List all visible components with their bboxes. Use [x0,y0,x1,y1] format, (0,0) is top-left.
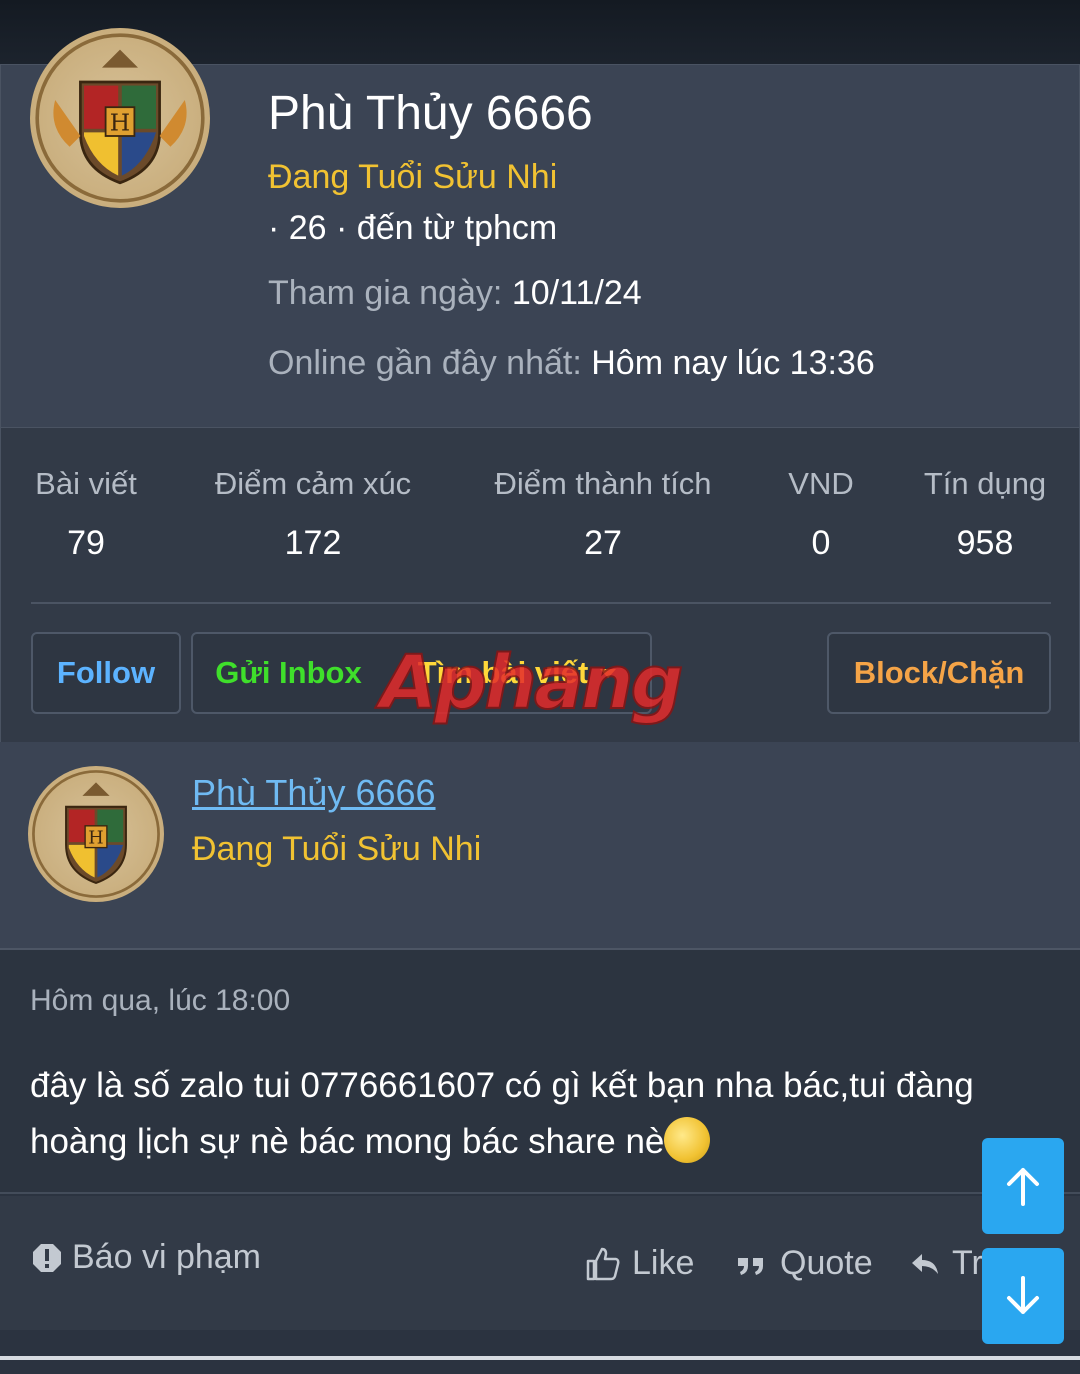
post-message: đây là số zalo tui 0776661607 có gì kết … [30,1058,1010,1170]
stat-label: Điểm cảm xúc [214,466,412,501]
post-timestamp[interactable]: Hôm qua, lúc 18:00 [30,984,290,1018]
stat-posts[interactable]: Bài viết 79 [33,466,139,563]
profile-joined: Tham gia ngày: 10/11/24 [268,274,642,313]
profile-avatar[interactable]: H [30,28,210,208]
reply-label: Tr [952,1244,983,1282]
reply-icon [912,1253,938,1274]
alert-icon [33,1243,61,1272]
arrow-up-icon [1007,1168,1039,1206]
watermark-text: Aphang [379,639,685,727]
block-button[interactable]: Block/Chặn [827,632,1051,714]
joined-value: 10/11/24 [511,274,642,312]
author-name-link[interactable]: Phù Thủy 6666 [192,772,436,814]
like-label: Like [632,1244,695,1282]
quote-icon [738,1257,763,1275]
quote-button[interactable]: Quote [734,1244,873,1283]
stat-value: 958 [956,524,1014,562]
scroll-bottom-button[interactable] [982,1248,1064,1344]
stat-label: Bài viết [35,466,137,501]
profile-user-title: Đang Tuổi Sửu Nhi [268,158,558,196]
report-label: Báo vi phạm [72,1238,261,1276]
reply-button[interactable]: Tr [910,1244,983,1283]
stat-label: VND [788,466,854,501]
joined-label: Tham gia ngày: [268,274,503,312]
stat-label: Điểm thành tích [494,466,712,501]
stat-value: 27 [584,524,622,562]
stat-value: 79 [67,524,105,562]
report-button[interactable]: Báo vi phạm [32,1238,261,1277]
author-avatar[interactable]: H [28,766,164,902]
crest-icon: H [32,770,160,898]
svg-text:H: H [88,829,103,849]
stat-value: 172 [284,524,342,562]
quote-label: Quote [780,1244,873,1282]
stat-vnd[interactable]: VND 0 [787,466,855,563]
follow-button[interactable]: Follow [31,632,181,714]
post-message-text: đây là số zalo tui 0776661607 có gì kết … [30,1066,974,1161]
thumbs-up-icon [586,1247,620,1280]
like-button[interactable]: Like [584,1244,694,1283]
stat-credit[interactable]: Tín dụng 958 [919,466,1051,563]
divider [0,1356,1080,1360]
send-inbox-button[interactable]: Gửi Inbox [191,632,385,714]
crest-icon: H [35,33,205,203]
stat-achievements[interactable]: Điểm thành tích 27 [485,466,721,563]
last-seen-label: Online gần đây nhất: [268,344,582,382]
post-footer-gap [0,1330,1080,1356]
profile-name: Phù Thủy 6666 [268,87,593,140]
stat-reactions[interactable]: Điểm cảm xúc 172 [205,466,421,563]
stat-label: Tín dụng [923,466,1047,501]
svg-text:H: H [110,109,130,137]
scroll-top-button[interactable] [982,1138,1064,1234]
watermark-logo: Aphang [379,639,685,727]
stat-value: 0 [811,524,831,562]
divider [31,602,1051,604]
profile-extra-info: · 26 · đến từ tphcm [268,209,558,247]
profile-last-seen: Online gần đây nhất: Hôm nay lúc 13:36 [268,344,875,383]
arrow-down-icon [1007,1276,1039,1314]
author-user-title: Đang Tuổi Sửu Nhi [192,830,482,868]
smiley-emoji-icon [664,1117,711,1163]
last-seen-value: Hôm nay lúc 13:36 [591,344,875,382]
